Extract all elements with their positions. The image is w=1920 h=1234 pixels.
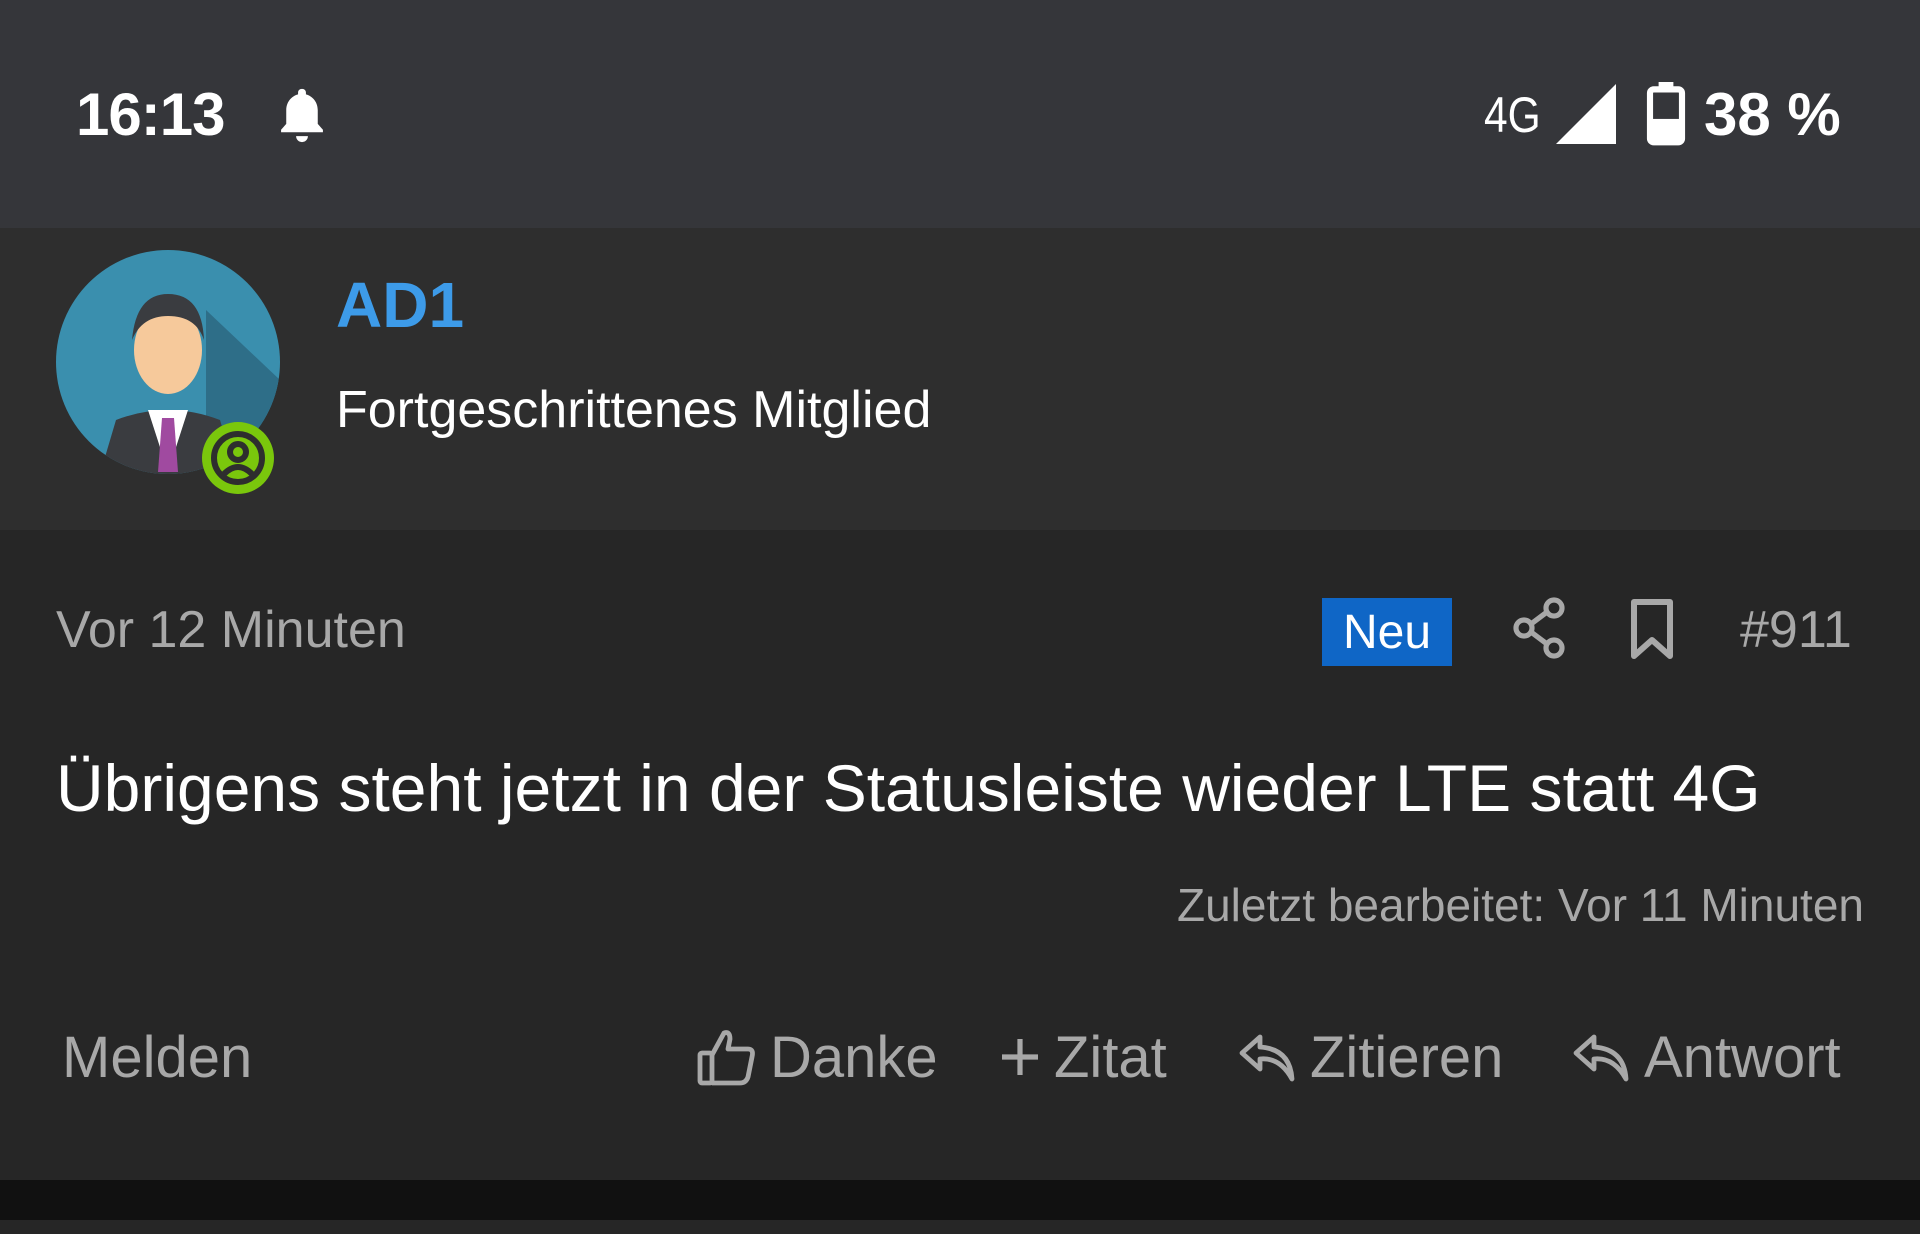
report-label: Melden (62, 1024, 253, 1090)
edited-note: Zuletzt bearbeitet: Vor 11 Minuten (1177, 879, 1864, 931)
status-bar: 16:13 4G 38 % (0, 0, 1920, 228)
username-link[interactable]: AD1 (336, 268, 464, 342)
plus-icon (1002, 1039, 1038, 1075)
reply-arrow-icon (1573, 1034, 1629, 1082)
online-status-icon (202, 422, 274, 494)
battery-percent: 38 % (1704, 81, 1841, 148)
multiquote-label: Zitat (1054, 1024, 1167, 1090)
next-post-edge (0, 1220, 1920, 1234)
share-icon[interactable] (1512, 596, 1568, 660)
network-type: 4G (1484, 87, 1541, 143)
bell-icon (281, 88, 323, 143)
report-button[interactable]: Melden (62, 1024, 252, 1090)
post-divider (0, 1180, 1920, 1220)
thanks-label: Danke (770, 1024, 938, 1090)
quote-label: Zitieren (1310, 1024, 1504, 1090)
multiquote-button[interactable]: Zitat (998, 1024, 1167, 1090)
thumbs-up-icon (697, 1030, 755, 1086)
post-author-header (0, 228, 1920, 530)
new-badge: Neu (1322, 598, 1452, 666)
reply-label: Antwort (1644, 1024, 1841, 1090)
status-time: 16:13 (76, 81, 225, 148)
post-timestamp[interactable]: Vor 12 Minuten (56, 600, 406, 660)
post-number-link[interactable]: #911 (1740, 600, 1852, 660)
signal-icon (1556, 84, 1616, 144)
user-rank: Fortgeschrittenes Mitglied (336, 381, 932, 439)
quote-button[interactable]: Zitieren (1236, 1024, 1503, 1090)
reply-button[interactable]: Antwort (1570, 1024, 1841, 1090)
post-content: Übrigens steht jetzt in der Statusleiste… (56, 751, 1761, 825)
bookmark-icon[interactable] (1628, 598, 1676, 660)
battery-icon (1646, 82, 1686, 146)
reply-arrow-icon (1239, 1034, 1295, 1082)
thanks-button[interactable]: Danke (696, 1024, 938, 1090)
